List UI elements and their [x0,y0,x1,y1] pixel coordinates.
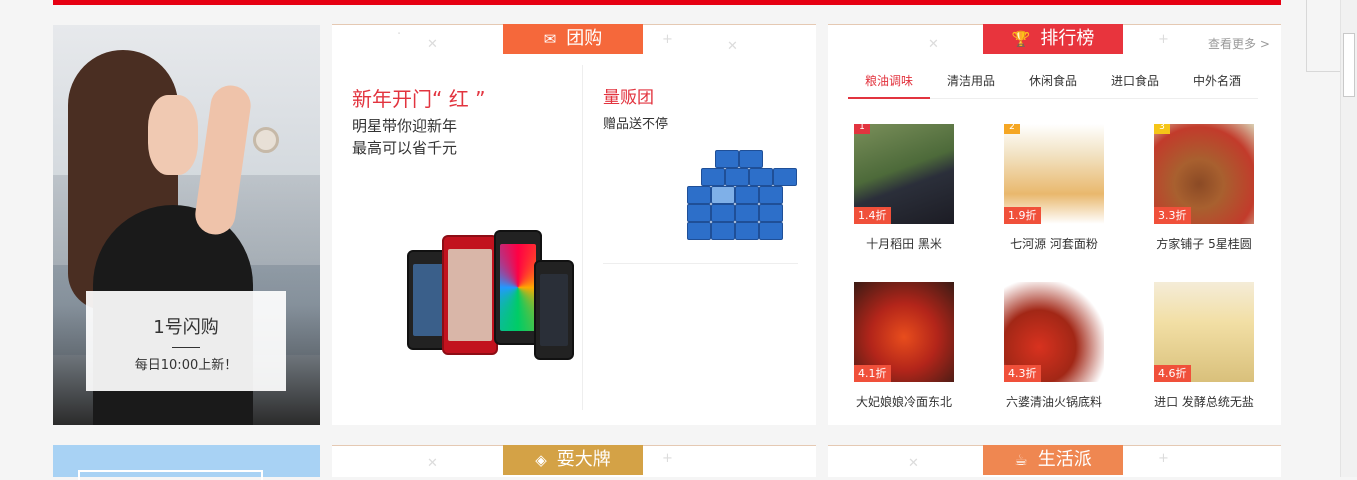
tab-snacks[interactable]: 休闲食品 [1012,70,1094,99]
discount-badge: 1.4折 [854,207,891,224]
divider [172,347,200,348]
cup-icon: ☕ [1014,451,1028,469]
phones-image[interactable] [402,220,582,370]
product-image[interactable]: 4.6折 [1154,282,1254,382]
discount-badge: 4.3折 [1004,365,1041,382]
decor-plus: + [1158,32,1169,47]
product-name[interactable]: 大妃娘娘冷面东北 [849,393,959,410]
product-image[interactable]: 2 1.9折 [1004,124,1104,224]
tab-cleaning[interactable]: 清洁用品 [930,70,1012,99]
group-buy-tag-label: 团购 [566,28,603,49]
decor-cross: ✕ [427,456,438,471]
decor-plus: + [1158,451,1169,466]
discount-badge: 1.9折 [1004,207,1041,224]
brand-tag[interactable]: ◈ 耍大牌 [503,445,643,475]
bulk-divider [603,263,798,264]
new-year-title[interactable]: 新年开门“ 红 ” [352,83,485,112]
ranking-tag[interactable]: 🏆 排行榜 [983,24,1123,54]
panel-divider [582,65,583,410]
rank-badge: 2 [1004,124,1020,134]
top-accent-bar [53,0,1281,5]
envelope-icon: ✉ [543,30,557,48]
flash-sale-card[interactable]: 1号闪购 每日10:00上新！ [86,291,286,391]
decor-plus: + [662,451,673,466]
flash-sale-banner[interactable]: 1号闪购 每日10:00上新！ [53,25,320,425]
new-year-subtitle: 明星带你迎新年 最高可以省千元 [352,115,457,159]
flash-sale-title: 1号闪购 [153,317,219,338]
product-name[interactable]: 六婆清油火锅底料 [999,393,1109,410]
tab-liquor[interactable]: 中外名酒 [1176,70,1258,99]
brand-tag-label: 耍大牌 [556,449,611,470]
life-tag[interactable]: ☕ 生活派 [983,445,1123,475]
scrollbar-thumb[interactable] [1343,33,1355,97]
see-more-link[interactable]: 查看更多 > [1208,35,1270,52]
bulk-group-title[interactable]: 量贩团 [603,83,654,108]
product-image[interactable]: 1 1.4折 [854,124,954,224]
new-year-sub-line1: 明星带你迎新年 [352,117,458,135]
product-name[interactable]: 七河源 河套面粉 [999,235,1109,252]
decor-cross: ✕ [928,37,939,52]
group-buy-panel: ✕ · + ✕ ✉ 团购 新年开门“ 红 ” 明星带你迎新年 最高可以省千元 量贩… [332,24,816,425]
bottom-left-banner[interactable] [53,445,320,480]
ranking-tag-label: 排行榜 [1040,28,1095,49]
flash-sale-subtitle: 每日10:00上新！ [134,358,238,373]
trophy-icon: 🏆 [1011,30,1031,48]
group-buy-tag[interactable]: ✉ 团购 [503,24,643,54]
decor-cross: ✕ [427,37,438,52]
decor-dot: · [397,27,402,42]
decor-cross: ✕ [727,39,738,54]
decor-plus: + [662,32,673,47]
product-image[interactable]: 4.1折 [854,282,954,382]
rank-badge: 3 [1154,124,1170,134]
ranking-panel: ✕ + 🏆 排行榜 查看更多 > 粮油调味 清洁用品 休闲食品 进口食品 中外名酒… [828,24,1281,425]
watch-icon [253,127,279,153]
product-name[interactable]: 进口 发酵总统无盐 [1149,393,1259,410]
product-name[interactable]: 十月稻田 黑米 [849,235,959,252]
phone-4 [534,260,574,360]
tag-icon: ◈ [535,451,547,469]
model-face [148,95,198,175]
discount-badge: 3.3折 [1154,207,1191,224]
tab-grain-oil[interactable]: 粮油调味 [848,70,930,99]
discount-badge: 4.1折 [854,365,891,382]
new-year-sub-line2: 最高可以省千元 [352,139,458,157]
product-image[interactable]: 3 3.3折 [1154,124,1254,224]
tab-imported[interactable]: 进口食品 [1094,70,1176,99]
phone-2 [442,235,498,355]
life-panel: ✕ + ☕ 生活派 [828,445,1281,477]
discount-badge: 4.6折 [1154,365,1191,382]
product-image[interactable]: 4.3折 [1004,282,1104,382]
side-frame [1306,0,1341,72]
rank-badge: 1 [854,124,870,134]
brand-panel: ✕ + ◈ 耍大牌 [332,445,816,477]
ranking-tabs: 粮油调味 清洁用品 休闲食品 进口食品 中外名酒 [848,70,1258,99]
bulk-group-subtitle: 赠品送不停 [603,117,669,132]
tissue-pack-image[interactable] [687,150,799,250]
banner-frame [78,470,263,480]
life-tag-label: 生活派 [1037,449,1092,470]
decor-cross: ✕ [908,456,919,471]
product-name[interactable]: 方家铺子 5星桂圆 [1149,235,1259,252]
